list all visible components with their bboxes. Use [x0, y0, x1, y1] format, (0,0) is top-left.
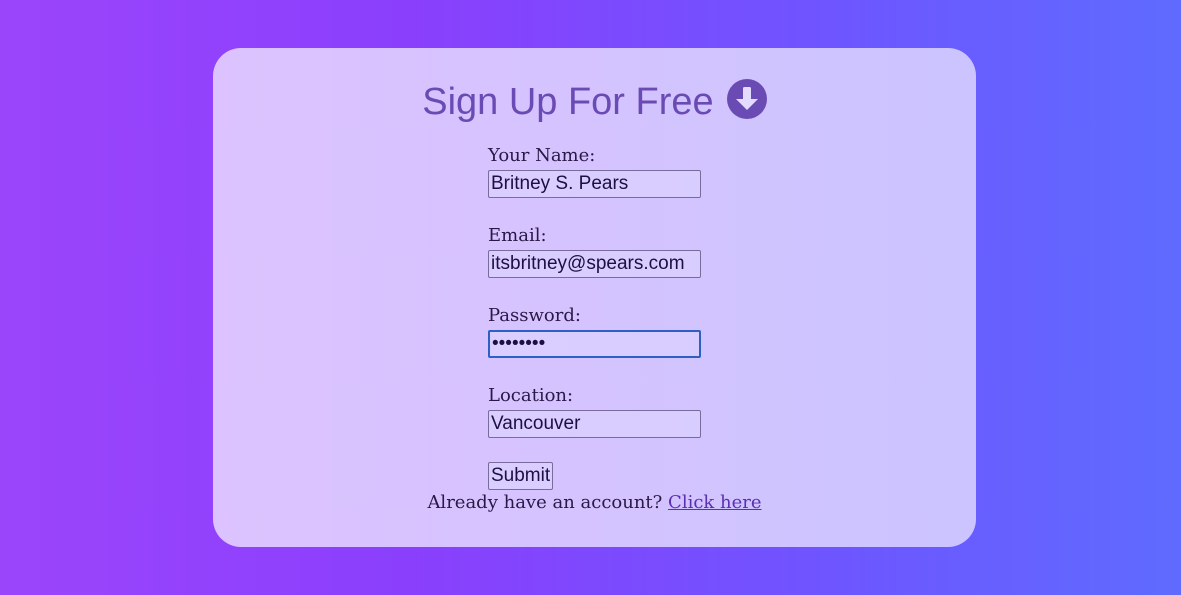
email-label: Email:: [488, 225, 547, 246]
password-field[interactable]: [488, 330, 701, 358]
email-field[interactable]: [488, 250, 701, 278]
title-row: Sign Up For Free: [213, 76, 976, 128]
signup-card: Sign Up For Free Your Name: Email: Passw…: [213, 48, 976, 547]
name-label: Your Name:: [488, 145, 596, 166]
login-link[interactable]: Click here: [668, 492, 762, 513]
location-field[interactable]: [488, 410, 701, 438]
page-title: Sign Up For Free: [422, 81, 714, 123]
password-label: Password:: [488, 305, 581, 326]
arrow-down-circle-icon: [726, 79, 767, 119]
login-prompt-text: Already have an account?: [427, 492, 663, 513]
signup-form: Your Name: Email: Password: Location: Su…: [488, 144, 788, 490]
name-field[interactable]: [488, 170, 701, 198]
location-label: Location:: [488, 385, 574, 406]
login-prompt: Already have an account? Click here: [213, 492, 976, 513]
submit-button[interactable]: Submit: [488, 462, 554, 490]
